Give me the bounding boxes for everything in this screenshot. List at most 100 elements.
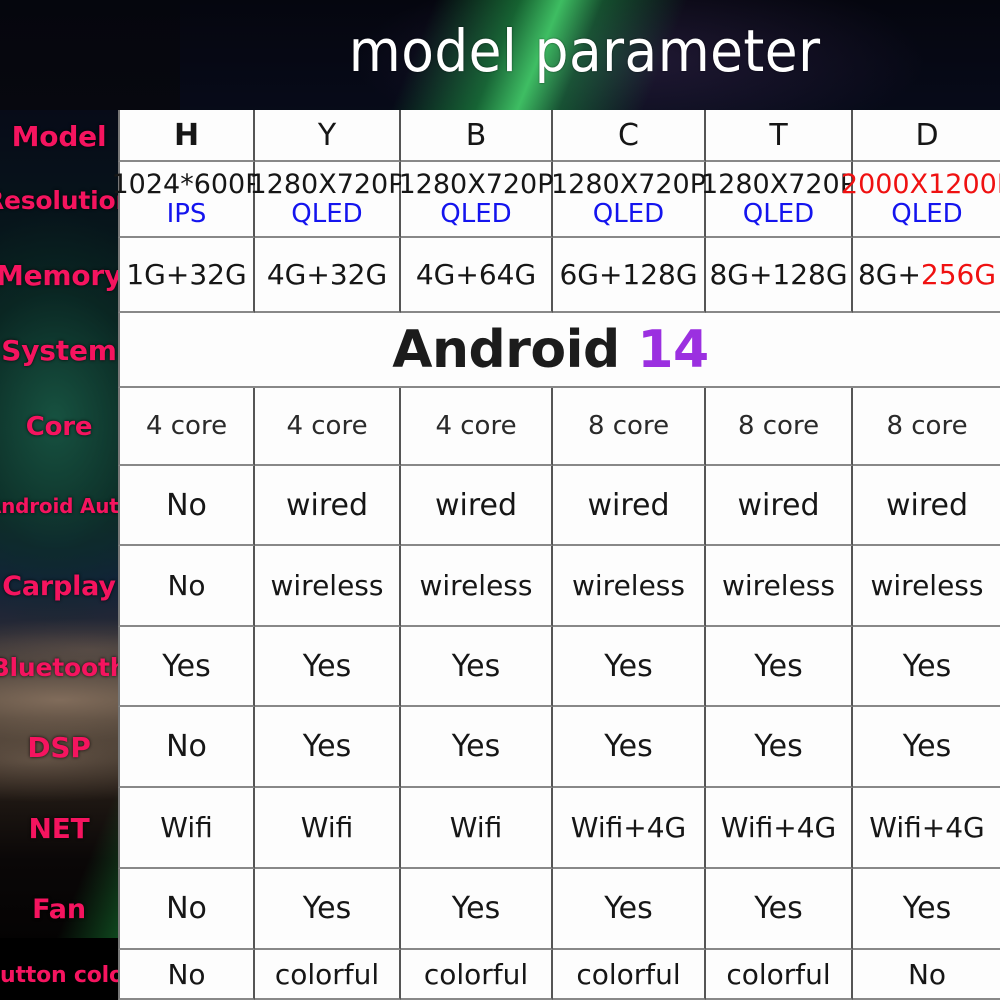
rom-value: 32G	[189, 258, 247, 291]
row-label-bluetooth: Bluetooth	[0, 652, 128, 682]
button-color-cell-y: colorful	[255, 950, 401, 1000]
memory-value: 6G+128G	[559, 258, 697, 291]
button-color-cell-d: No	[853, 950, 1000, 1000]
memory-value: 1G+32G	[126, 258, 246, 291]
ram-value: 6G+	[559, 258, 623, 291]
core-cell-d: 8 core	[853, 388, 1000, 466]
ram-value: 4G+	[266, 258, 330, 291]
carplay-cell-c: wireless	[553, 546, 706, 627]
memory-value: 8G+128G	[709, 258, 847, 291]
resolution-value: 1280X720P	[249, 169, 405, 201]
core-cell-y: 4 core	[255, 388, 401, 466]
fan-cell-b: Yes	[401, 869, 553, 950]
row-label-carplay: Carplay	[2, 571, 116, 602]
button-color-cell-t: colorful	[706, 950, 853, 1000]
android-auto-cell-y: wired	[255, 466, 401, 546]
resolution-value: 1280X720P	[398, 169, 554, 201]
dsp-cell-t: Yes	[706, 707, 853, 788]
fan-cell-h: No	[118, 869, 255, 950]
memory-cell-t: 8G+128G	[706, 238, 853, 313]
bluetooth-cell-b: Yes	[401, 627, 553, 707]
rom-value: 64G	[478, 258, 537, 291]
model-header-d: D	[853, 110, 1000, 162]
fan-cell-c: Yes	[553, 869, 706, 950]
spec-table: H Y B C T D 1024*600P IPS 1280X720P QLED 1280X720P…	[111, 110, 1000, 1000]
ram-value: 8G+	[857, 258, 921, 291]
bluetooth-cell-d: Yes	[853, 627, 1000, 707]
bluetooth-cell-h: Yes	[118, 627, 255, 707]
dsp-cell-d: Yes	[853, 707, 1000, 788]
android-auto-cell-c: wired	[553, 466, 706, 546]
resolution-cell-c: 1280X720P QLED	[551, 162, 706, 238]
rom-value: 128G	[622, 258, 698, 291]
memory-value: 4G+32G	[267, 258, 387, 291]
system-row: Android 14	[118, 313, 1000, 388]
memory-cell-c: 6G+128G	[553, 238, 706, 313]
core-cell-c: 8 core	[553, 388, 706, 466]
row-label-fan: Fan	[32, 894, 86, 925]
memory-value: 4G+64G	[416, 258, 536, 291]
android-auto-cell-d: wired	[853, 466, 1000, 546]
carplay-cell-t: wireless	[706, 546, 853, 627]
model-parameter-spec-image: model parameter Model Resolution Memory Sys…	[0, 0, 1000, 1000]
core-cell-b: 4 core	[401, 388, 553, 466]
bluetooth-cell-t: Yes	[706, 627, 853, 707]
row-label-memory: Memory	[0, 259, 123, 292]
resolution-value: 1280X720P	[700, 169, 857, 201]
carplay-cell-y: wireless	[255, 546, 401, 627]
row-label-system: System	[1, 334, 117, 367]
rom-value: 128G	[772, 258, 848, 291]
net-cell-c: Wifi+4G	[553, 788, 706, 869]
ram-value: 1G+	[126, 258, 190, 291]
bluetooth-cell-y: Yes	[255, 627, 401, 707]
button-color-cell-h: No	[118, 950, 255, 1000]
row-label-button-color: Button color	[0, 962, 135, 988]
panel-type-value: QLED	[891, 198, 963, 229]
row-label-resolution: Resolution	[0, 185, 134, 215]
net-cell-y: Wifi	[255, 788, 401, 869]
row-label-dsp: DSP	[27, 731, 91, 764]
fan-cell-t: Yes	[706, 869, 853, 950]
carplay-cell-d: wireless	[853, 546, 1000, 627]
resolution-cell-t: 1280X720P QLED	[701, 162, 856, 238]
button-color-cell-b: colorful	[401, 950, 553, 1000]
net-cell-b: Wifi	[401, 788, 553, 869]
panel-type-value: QLED	[440, 198, 512, 229]
android-auto-cell-b: wired	[401, 466, 553, 546]
dsp-cell-b: Yes	[401, 707, 553, 788]
dsp-cell-y: Yes	[255, 707, 401, 788]
model-header-b: B	[401, 110, 553, 162]
panel-type-value: QLED	[592, 198, 665, 229]
ram-value: 4G+	[415, 258, 479, 291]
row-label-core: Core	[25, 412, 93, 442]
net-cell-t: Wifi+4G	[706, 788, 853, 869]
core-cell-t: 8 core	[706, 388, 853, 466]
panel-type-value: IPS	[166, 198, 207, 229]
model-header-c: C	[553, 110, 706, 162]
core-cell-h: 4 core	[118, 388, 255, 466]
resolution-value: 2000X1200P	[840, 169, 1000, 201]
dsp-cell-h: No	[118, 707, 255, 788]
resolution-cell-d: 2000X1200P QLED	[841, 162, 1000, 238]
row-label-net: NET	[28, 812, 90, 845]
resolution-cell-b: 1280X720P QLED	[398, 162, 554, 238]
resolution-cell-h: 1024*600P IPS	[111, 162, 262, 238]
title-banner: model parameter	[0, 0, 1000, 110]
page-title: model parameter	[348, 17, 821, 85]
model-header-t: T	[706, 110, 853, 162]
os-version: 14	[637, 319, 709, 380]
carplay-cell-h: No	[118, 546, 255, 627]
panel-type-value: QLED	[291, 198, 363, 229]
resolution-value: 1024*600P	[111, 169, 262, 201]
android-auto-cell-h: No	[118, 466, 255, 546]
memory-cell-d: 8G+256G	[853, 238, 1000, 313]
button-color-cell-c: colorful	[553, 950, 706, 1000]
carplay-cell-b: wireless	[401, 546, 553, 627]
memory-cell-b: 4G+64G	[401, 238, 553, 313]
memory-value: 8G+256G	[858, 258, 996, 291]
system-value: Android 14	[392, 319, 709, 380]
memory-cell-h: 1G+32G	[118, 238, 255, 313]
net-cell-h: Wifi	[118, 788, 255, 869]
memory-cell-y: 4G+32G	[255, 238, 401, 313]
row-label-model: Model	[11, 119, 107, 153]
